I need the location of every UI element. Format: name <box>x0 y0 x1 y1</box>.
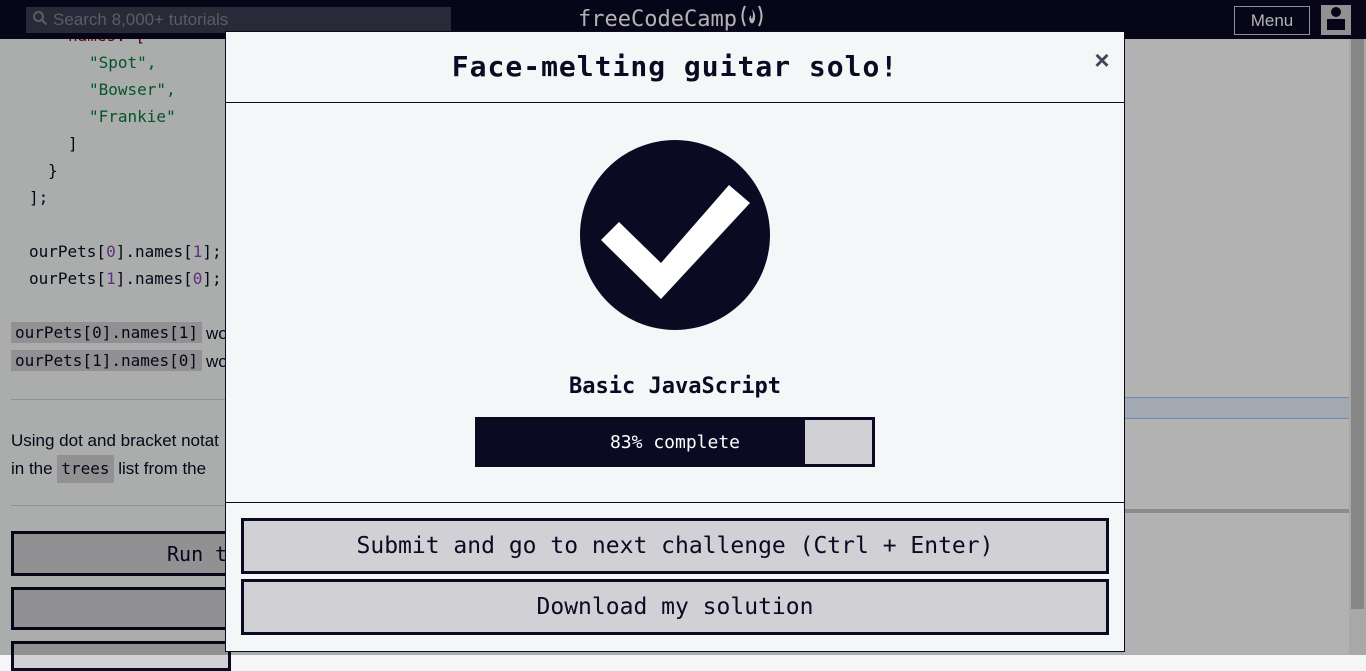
progress-label: 83% complete <box>609 431 741 453</box>
modal-header: Face-melting guitar solo! × <box>226 32 1124 103</box>
success-check-icon <box>579 139 771 331</box>
modal-title: Face-melting guitar solo! <box>451 50 899 83</box>
download-solution-button[interactable]: Download my solution <box>241 579 1109 635</box>
challenge-complete-modal: Face-melting guitar solo! × Basic JavaSc… <box>225 31 1125 652</box>
progress-bar: 83% complete <box>475 417 875 467</box>
submit-next-button[interactable]: Submit and go to next challenge (Ctrl + … <box>241 518 1109 574</box>
close-button[interactable]: × <box>1090 46 1114 74</box>
block-name: Basic JavaScript <box>569 374 781 399</box>
modal-footer-divider <box>226 502 1124 503</box>
